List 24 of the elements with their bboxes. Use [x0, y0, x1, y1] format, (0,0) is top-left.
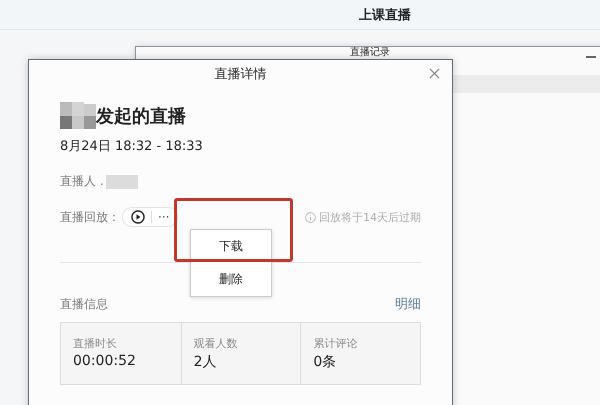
host-label: 直播人 . [60, 173, 104, 190]
more-button[interactable]: ··· [158, 210, 170, 224]
close-icon[interactable] [429, 68, 440, 79]
expiry-note: 回放将于14天后过期 [319, 210, 421, 224]
live-time: 8月24日 18:32 - 18:33 [60, 138, 204, 155]
dialog-title: 直播详情 [214, 66, 266, 83]
stat-value: 0条 [313, 353, 338, 371]
stat-value: 2人 [194, 353, 218, 371]
details-link[interactable]: 明细 [395, 295, 421, 313]
blurred-host-icon [106, 174, 138, 188]
app-title: 上课直播 [359, 6, 411, 24]
stat-label: 观看人数 [194, 336, 239, 351]
window-title: 直播记录 [350, 47, 390, 58]
stat-value: 00:00:52 [73, 353, 137, 369]
stat-label: 累计评论 [313, 336, 358, 351]
info-title: 直播信息 [60, 296, 108, 312]
stat-label: 直播时长 [73, 336, 118, 351]
blurred-name-icon [60, 102, 96, 130]
play-icon[interactable] [131, 210, 145, 224]
menu-item[interactable]: 删除 [191, 263, 271, 296]
info-icon [305, 212, 316, 222]
live-heading: 发起的直播 [96, 105, 186, 128]
menu-item[interactable]: 下载 [191, 230, 271, 263]
replay-label: 直播回放： [60, 208, 120, 226]
